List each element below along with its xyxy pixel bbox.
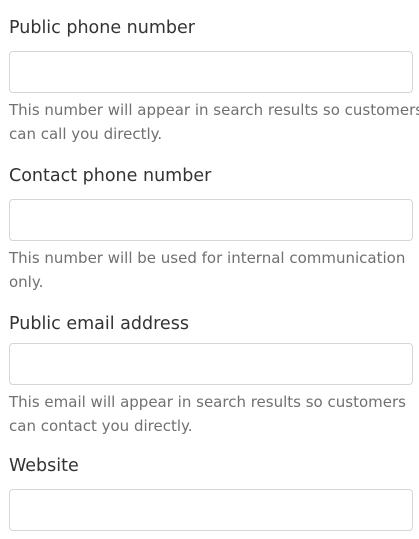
public-phone-field-group: Public phone number This number will app… — [9, 17, 419, 146]
public-phone-help-line-1: This number will appear in search result… — [9, 101, 419, 119]
public-phone-help-line-2: can call you directly. — [9, 124, 163, 143]
public-phone-help: This number will appear in search result… — [9, 99, 419, 146]
contact-phone-field-group: Contact phone number This number will be… — [9, 165, 413, 294]
contact-phone-help-line-2: only. — [9, 272, 44, 291]
contact-info-form: Public phone number This number will app… — [0, 0, 419, 539]
public-email-help-line-2: can contact you directly. — [9, 416, 193, 435]
contact-phone-help-line-1: This number will be used for internal co… — [9, 249, 406, 267]
public-phone-label: Public phone number — [9, 18, 195, 38]
public-email-field-group: Public email address This email will app… — [9, 313, 413, 438]
public-email-help-line-1: This email will appear in search results… — [9, 393, 406, 411]
website-field-group: Website — [9, 455, 413, 531]
public-email-label: Public email address — [9, 314, 189, 334]
contact-phone-help: This number will be used for internal co… — [9, 247, 419, 294]
website-label: Website — [9, 456, 79, 476]
public-email-help: This email will appear in search results… — [9, 391, 419, 438]
website-input[interactable] — [9, 489, 413, 531]
public-phone-input[interactable] — [9, 51, 413, 93]
contact-phone-label: Contact phone number — [9, 166, 212, 186]
contact-phone-input[interactable] — [9, 199, 413, 241]
public-email-input[interactable] — [9, 343, 413, 385]
